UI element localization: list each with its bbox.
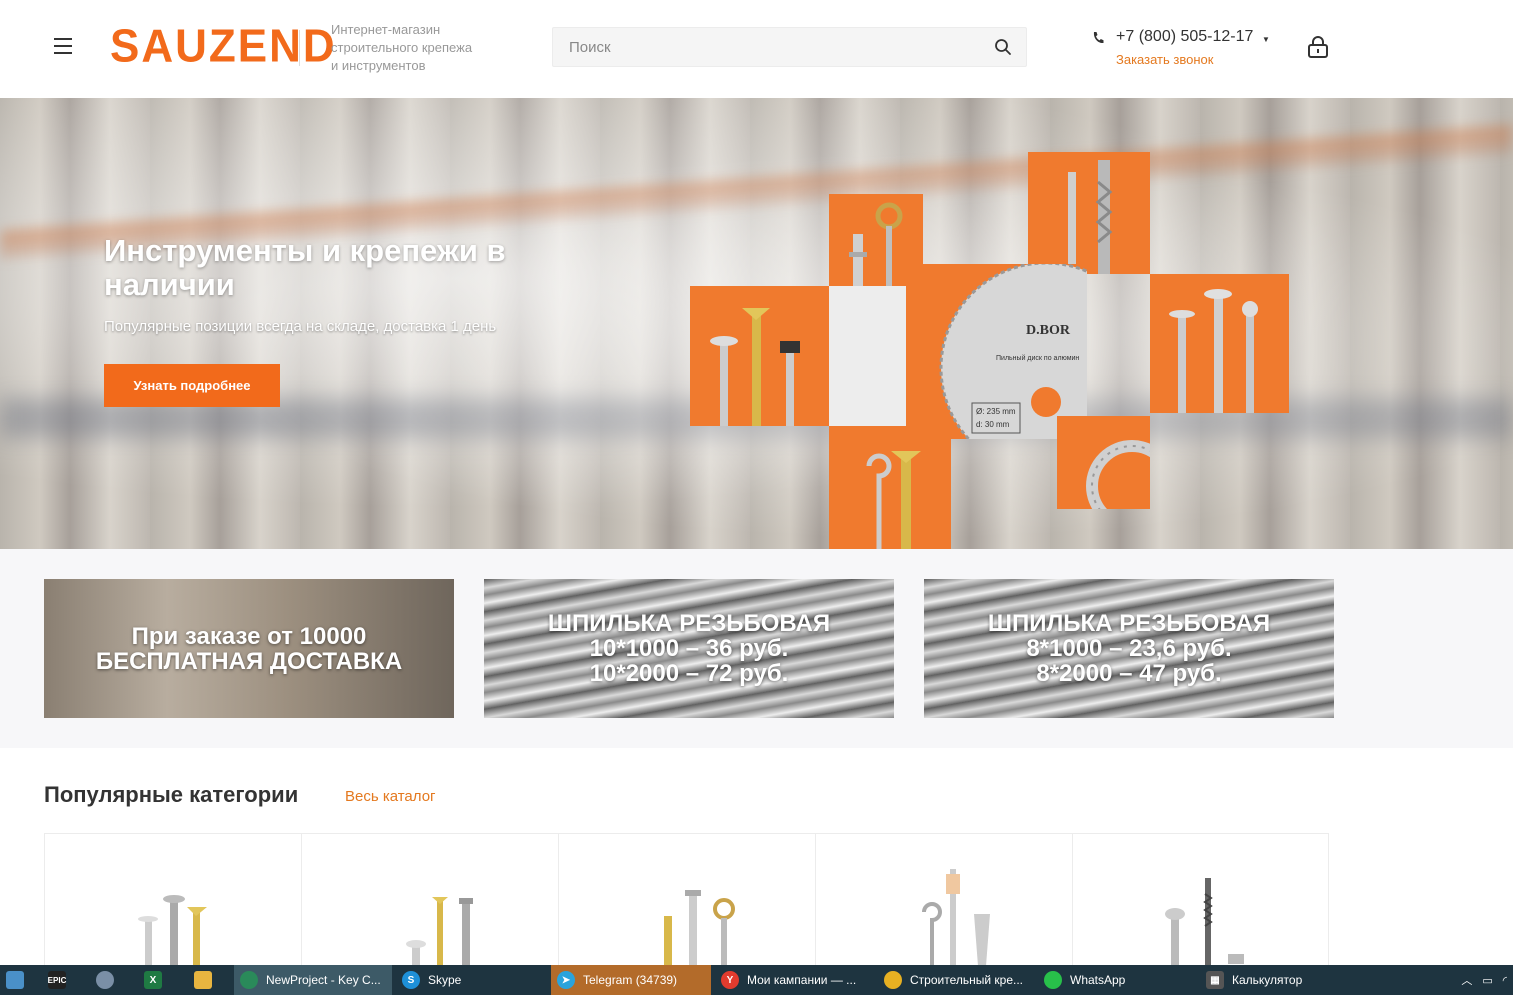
chrome-icon (884, 971, 902, 989)
site-header: SAUZEND Интернет-магазин строительного к… (0, 0, 1513, 98)
phone-icon (1093, 32, 1104, 44)
key-collector-icon (240, 971, 258, 989)
battery-icon[interactable]: ▭ (1482, 974, 1492, 987)
taskbar-item[interactable]: Y Мои кампании — ... (715, 965, 875, 995)
folder-icon (194, 971, 212, 989)
search-icon[interactable] (994, 38, 1012, 56)
taskbar-epic-games[interactable]: EPIC (42, 965, 74, 995)
banner-line: 10*2000 – 72 руб. (589, 660, 789, 687)
category-card[interactable] (559, 834, 816, 966)
app-icon (96, 971, 114, 989)
search-box (552, 27, 1027, 67)
screws-image (690, 286, 829, 426)
taskbar-item[interactable]: Строительный кре... (878, 965, 1038, 995)
taskbar-item[interactable]: ▦ Калькулятор (1200, 965, 1360, 995)
hero-title: Инструменты и крепежи в наличии (104, 233, 506, 302)
menu-icon[interactable] (54, 38, 72, 54)
taskbar-app[interactable] (90, 965, 122, 995)
disc-bore: d: 30 mm (976, 420, 1010, 429)
tagline-line: Интернет-магазин (331, 22, 441, 37)
hero-subtitle: Популярные позиции всегда на складе, дос… (104, 318, 497, 335)
taskbar-label: NewProject - Key C... (266, 973, 381, 987)
category-card[interactable] (816, 834, 1073, 966)
category-card[interactable] (45, 834, 302, 966)
taskbar-app[interactable] (0, 965, 28, 995)
app-icon (6, 971, 24, 989)
banner-line: При заказе от 10000 (131, 622, 367, 650)
learn-more-button[interactable]: Узнать подробнее (104, 364, 280, 407)
promo-section: При заказе от 10000 БЕСПЛАТНАЯ ДОСТАВКА … (0, 549, 1513, 748)
skype-icon: S (402, 971, 420, 989)
callback-link[interactable]: Заказать звонок (1116, 52, 1213, 67)
catalog-link[interactable]: Весь каталог (345, 788, 436, 805)
lock-icon[interactable] (1307, 35, 1329, 59)
hooks-image (829, 426, 951, 549)
taskbar: EPIC X NewProject - Key C... S Skype ➤ Tel… (0, 965, 1513, 995)
taskbar-item[interactable]: WhatsApp (1038, 965, 1198, 995)
mosaic-gap (829, 286, 906, 426)
promo-banner-stud-10[interactable]: ШПИЛЬКА РЕЗЬБОВАЯ 10*1000 – 36 руб. 10*2… (484, 579, 894, 718)
yandex-icon: Y (721, 971, 739, 989)
banner-line: ШПИЛЬКА РЕЗЬБОВАЯ (987, 610, 1271, 637)
banner-text: ШПИЛЬКА РЕЗЬБОВАЯ 10*1000 – 36 руб. 10*2… (484, 579, 894, 718)
phone-number[interactable]: +7 (800) 505-12-17 (1116, 28, 1253, 46)
hero-banner: Инструменты и крепежи в наличии Популярн… (0, 98, 1513, 549)
chevron-down-icon[interactable]: ▼ (1262, 35, 1270, 44)
taskbar-label: Строительный кре... (910, 973, 1023, 987)
category-grid (44, 833, 1330, 966)
banner-line: ШПИЛЬКА РЕЗЬБОВАЯ (547, 610, 831, 637)
taskbar-item[interactable]: ➤ Telegram (34739) (551, 965, 711, 995)
taskbar-label: Skype (428, 973, 462, 987)
logo[interactable]: SAUZEND (110, 21, 337, 74)
disc-caption: Пильный диск по алюмин (996, 354, 1079, 362)
category-image (406, 897, 473, 966)
tagline-line: и инструментов (331, 58, 426, 73)
banner-line: БЕСПЛАТНАЯ ДОСТАВКА (95, 647, 403, 675)
promo-banner-stud-8[interactable]: ШПИЛЬКА РЕЗЬБОВАЯ 8*1000 – 23,6 руб. 8*2… (924, 579, 1334, 718)
tagline-line: строительного крепежа (331, 40, 473, 55)
tagline: Интернет-магазин строительного крепежа и… (331, 21, 511, 75)
perforated-tape-image (1057, 416, 1150, 509)
taskbar-label: Калькулятор (1232, 973, 1303, 987)
category-card[interactable] (1073, 834, 1330, 966)
banner-line: 10*1000 – 36 руб. (589, 635, 789, 662)
section-title: Популярные категории (44, 782, 299, 807)
search-input[interactable] (569, 28, 969, 66)
taskbar-explorer[interactable] (188, 965, 220, 995)
banner-text: ШПИЛЬКА РЕЗЬБОВАЯ 8*1000 – 23,6 руб. 8*2… (924, 579, 1334, 718)
epic-games-icon: EPIC (48, 971, 66, 989)
banner-line: 8*1000 – 23,6 руб. (1026, 635, 1232, 662)
category-image (1165, 878, 1244, 966)
promo-banner-delivery[interactable]: При заказе от 10000 БЕСПЛАТНАЯ ДОСТАВКА (44, 579, 454, 718)
category-image (922, 869, 990, 966)
saw-disc-image: D.BOR Пильный диск по алюмин Ø: 235 mm d… (906, 264, 1087, 439)
drill-bits-image (1028, 152, 1150, 274)
disc-brand: D.BOR (1026, 323, 1071, 338)
banner-text: При заказе от 10000 БЕСПЛАТНАЯ ДОСТАВКА (44, 579, 454, 718)
wifi-icon[interactable]: ◜ (1503, 974, 1507, 987)
whatsapp-icon (1044, 971, 1062, 989)
excel-icon: X (144, 971, 162, 989)
calculator-icon: ▦ (1206, 971, 1224, 989)
telegram-icon: ➤ (557, 971, 575, 989)
taskbar-item[interactable]: S Skype (396, 965, 546, 995)
category-image (138, 895, 207, 966)
category-card[interactable] (302, 834, 559, 966)
banner-line: 8*2000 – 47 руб. (1036, 660, 1222, 687)
taskbar-label: WhatsApp (1070, 973, 1126, 987)
divider (299, 30, 300, 66)
nails-image (1150, 274, 1289, 413)
disc-size: Ø: 235 mm (976, 407, 1016, 416)
chevron-up-icon[interactable]: ︿ (1461, 972, 1472, 988)
system-tray: ︿ ▭ ◜ (1461, 965, 1513, 995)
taskbar-item[interactable]: NewProject - Key C... (234, 965, 392, 995)
taskbar-excel[interactable]: X (138, 965, 170, 995)
taskbar-label: Telegram (34739) (583, 973, 678, 987)
category-image (664, 890, 735, 966)
taskbar-label: Мои кампании — ... (747, 973, 857, 987)
